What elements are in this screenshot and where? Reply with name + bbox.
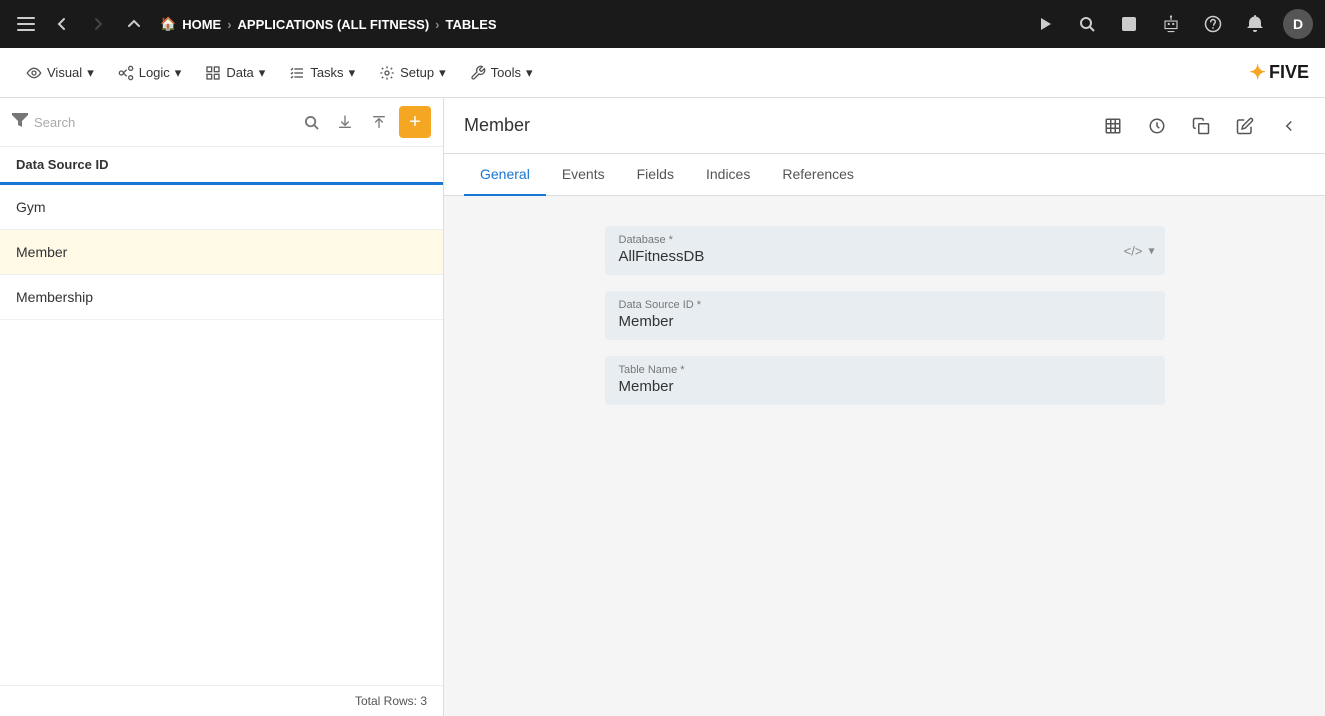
five-logo: ✦ FIVE xyxy=(1249,60,1309,85)
table-view-icon[interactable] xyxy=(1097,110,1129,142)
tab-general[interactable]: General xyxy=(464,154,546,196)
sidebar-list: Gym Member Membership xyxy=(0,185,443,685)
datasource-id-field-value: Member xyxy=(619,313,1151,330)
dropdown-icon[interactable]: ▾ xyxy=(1148,244,1154,258)
back-icon[interactable] xyxy=(48,10,76,38)
sidebar-footer: Total Rows: 3 xyxy=(0,685,443,716)
download-icon[interactable] xyxy=(331,108,359,136)
copy-icon[interactable] xyxy=(1185,110,1217,142)
second-navbar: Visual ▾ Logic ▾ Data ▾ Tasks ▾ Setup xyxy=(0,48,1325,98)
database-field: Database * AllFitnessDB </> ▾ xyxy=(605,226,1165,275)
database-field-actions: </> ▾ xyxy=(1124,243,1155,258)
breadcrumb-tables[interactable]: TABLES xyxy=(446,17,497,32)
table-name-field-label: Table Name * xyxy=(619,364,1151,376)
table-name-field-group: Table Name * Member xyxy=(605,356,1165,405)
nav-data[interactable]: Data ▾ xyxy=(195,59,275,87)
content-header-actions xyxy=(1097,110,1305,142)
upload-icon[interactable] xyxy=(365,108,393,136)
table-name-field-value: Member xyxy=(619,378,1151,395)
filter-icon[interactable] xyxy=(12,113,28,132)
nav-visual[interactable]: Visual ▾ xyxy=(16,59,104,87)
stop-icon[interactable] xyxy=(1115,10,1143,38)
database-field-group: Database * AllFitnessDB </> ▾ xyxy=(605,226,1165,275)
tab-references[interactable]: References xyxy=(766,154,870,196)
forward-icon[interactable] xyxy=(84,10,112,38)
bell-icon[interactable] xyxy=(1241,10,1269,38)
content-title: Member xyxy=(464,115,1089,136)
search-icon[interactable] xyxy=(297,108,325,136)
search-input[interactable] xyxy=(34,115,291,130)
form-inner: Database * AllFitnessDB </> ▾ Data Sourc… xyxy=(605,226,1165,405)
home-icon: 🏠 xyxy=(160,16,176,32)
back-nav-icon[interactable] xyxy=(1273,110,1305,142)
datasource-id-field-label: Data Source ID * xyxy=(619,299,1151,311)
tabs-bar: General Events Fields Indices References xyxy=(444,154,1325,196)
datasource-id-field: Data Source ID * Member xyxy=(605,291,1165,340)
nav-logic[interactable]: Logic ▾ xyxy=(108,59,192,87)
code-icon[interactable]: </> xyxy=(1124,243,1143,258)
help-icon[interactable] xyxy=(1199,10,1227,38)
tab-events[interactable]: Events xyxy=(546,154,621,196)
sidebar-item-gym[interactable]: Gym xyxy=(0,185,443,230)
five-star-icon: ✦ xyxy=(1249,60,1266,85)
sidebar-toolbar: + xyxy=(0,98,443,147)
content-header: Member xyxy=(444,98,1325,154)
up-icon[interactable] xyxy=(120,10,148,38)
robot-icon[interactable] xyxy=(1157,10,1185,38)
form-area: Database * AllFitnessDB </> ▾ Data Sourc… xyxy=(444,196,1325,716)
five-logo-text: FIVE xyxy=(1269,62,1309,83)
main-layout: + Data Source ID Gym Member Membership T… xyxy=(0,98,1325,716)
hamburger-menu-icon[interactable] xyxy=(12,10,40,38)
edit-icon[interactable] xyxy=(1229,110,1261,142)
history-icon[interactable] xyxy=(1141,110,1173,142)
nav-setup[interactable]: Setup ▾ xyxy=(369,59,456,87)
nav-tools[interactable]: Tools ▾ xyxy=(460,59,543,87)
breadcrumb-app[interactable]: APPLICATIONS (ALL FITNESS) xyxy=(238,17,430,32)
breadcrumb-home[interactable]: HOME xyxy=(182,17,221,32)
sidebar-item-member[interactable]: Member xyxy=(0,230,443,275)
sidebar-item-membership[interactable]: Membership xyxy=(0,275,443,320)
datasource-id-field-group: Data Source ID * Member xyxy=(605,291,1165,340)
breadcrumb-sep-2: › xyxy=(435,17,439,32)
add-button[interactable]: + xyxy=(399,106,431,138)
content-area: Member xyxy=(444,98,1325,716)
search-icon[interactable] xyxy=(1073,10,1101,38)
user-avatar[interactable]: D xyxy=(1283,9,1313,39)
database-field-label: Database * xyxy=(619,234,1151,246)
tab-indices[interactable]: Indices xyxy=(690,154,766,196)
breadcrumb-sep-1: › xyxy=(227,17,231,32)
nav-tasks[interactable]: Tasks ▾ xyxy=(279,59,365,87)
breadcrumb: 🏠 HOME › APPLICATIONS (ALL FITNESS) › TA… xyxy=(160,16,497,32)
top-navbar: 🏠 HOME › APPLICATIONS (ALL FITNESS) › TA… xyxy=(0,0,1325,48)
sidebar-header: Data Source ID xyxy=(0,147,443,185)
top-nav-right: D xyxy=(1031,9,1313,39)
database-field-value: AllFitnessDB xyxy=(619,248,1151,265)
play-icon[interactable] xyxy=(1031,10,1059,38)
sidebar: + Data Source ID Gym Member Membership T… xyxy=(0,98,444,716)
table-name-field: Table Name * Member xyxy=(605,356,1165,405)
tab-fields[interactable]: Fields xyxy=(621,154,690,196)
